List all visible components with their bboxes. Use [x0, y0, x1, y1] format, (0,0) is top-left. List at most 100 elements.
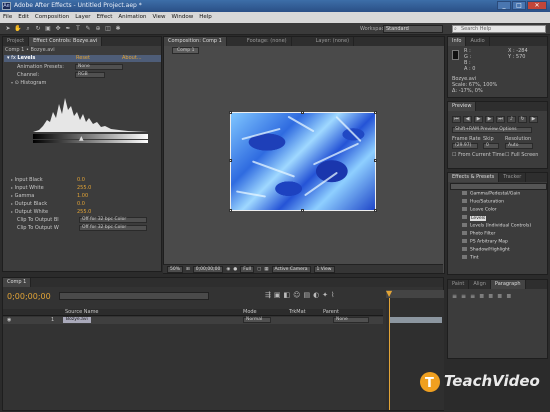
reset-link[interactable]: Reset — [76, 55, 90, 61]
zoom-select[interactable]: 50% — [167, 265, 184, 273]
motion-blur-icon[interactable]: ◐ — [313, 291, 319, 299]
layer-handle[interactable] — [374, 159, 377, 162]
timeline-search-input[interactable] — [59, 292, 209, 300]
frame-rate-select[interactable]: (29.97) — [452, 143, 478, 149]
output-white-value[interactable]: 255.0 — [77, 209, 91, 215]
layer-name[interactable]: Bozye.avi — [63, 317, 91, 323]
tab-effects-presets[interactable]: Effects & Presets — [448, 173, 500, 182]
menu-effect[interactable]: Effect — [97, 12, 113, 23]
effect-item[interactable]: PS Arbitrary Map — [462, 239, 508, 246]
menu-file[interactable]: File — [3, 12, 12, 23]
tab-info[interactable]: Info — [448, 37, 467, 46]
tab-layer[interactable]: Layer: (none) — [312, 37, 355, 46]
text-tool-icon[interactable]: T — [74, 25, 82, 33]
menu-view[interactable]: View — [152, 12, 165, 23]
tab-align[interactable]: Align — [469, 280, 491, 289]
workspace-select[interactable]: Standard — [383, 25, 443, 33]
shy-layers-icon[interactable]: ☺ — [293, 291, 300, 299]
tab-paragraph[interactable]: Paragraph — [490, 280, 526, 289]
effect-item[interactable]: Leave Color — [462, 207, 497, 214]
disclosure-triangle-icon[interactable]: ▸ — [11, 201, 13, 206]
next-frame-button[interactable]: ▶ — [485, 116, 494, 123]
skip-input[interactable]: 0 — [483, 143, 499, 149]
clone-stamp-tool-icon[interactable]: ⊕ — [94, 25, 102, 33]
region-of-interest-icon[interactable]: ▢ — [257, 267, 261, 272]
grid-toggle-icon[interactable]: ⊞ — [186, 267, 190, 272]
layer-handle[interactable] — [374, 209, 377, 212]
tab-preview[interactable]: Preview — [448, 102, 477, 111]
menu-window[interactable]: Window — [172, 12, 194, 23]
current-time-indicator-icon[interactable]: ▼ — [386, 289, 392, 298]
levels-effect-row[interactable]: ▾ fx Levels Reset About... — [4, 55, 161, 62]
effect-item[interactable]: Gamma/Pedestal/Gain — [462, 191, 520, 198]
justify-center-icon[interactable]: ≣ — [488, 293, 493, 300]
menu-animation[interactable]: Animation — [118, 12, 146, 23]
ram-preview-button[interactable]: ▶ — [529, 116, 538, 123]
disclosure-triangle-icon[interactable]: ▸ — [11, 193, 13, 198]
comp-navigator-tab[interactable]: Comp 1 — [172, 47, 200, 54]
effect-item[interactable]: Photo Filter — [462, 231, 495, 238]
tab-project[interactable]: Project — [3, 37, 30, 46]
layer-handle[interactable] — [229, 209, 232, 212]
timeline-timecode[interactable]: 0;00;00;00 — [7, 292, 51, 301]
tab-tracker[interactable]: Tracker — [499, 173, 527, 182]
resolution-select[interactable]: Auto — [505, 143, 533, 149]
clip-output-black-select[interactable]: Off for 32 bpc Color — [79, 217, 147, 223]
first-frame-button[interactable]: ⏮ — [452, 116, 461, 123]
menu-composition[interactable]: Composition — [35, 12, 69, 23]
audio-toggle-button[interactable]: ♪ — [507, 116, 516, 123]
channel-select[interactable]: RGB — [75, 72, 105, 78]
gamma-slider-handle-icon[interactable]: ▲ — [79, 135, 84, 142]
align-center-icon[interactable]: ≡ — [461, 293, 466, 300]
composition-footage-image[interactable] — [229, 111, 377, 212]
effects-search-input[interactable] — [450, 183, 547, 190]
time-ruler[interactable] — [386, 290, 444, 298]
visibility-eye-icon[interactable]: ◉ — [7, 317, 11, 323]
histogram-graph[interactable] — [33, 92, 148, 140]
selection-tool-icon[interactable]: ➤ — [4, 25, 12, 33]
brainstorm-icon[interactable]: ✦ — [322, 291, 328, 299]
layer-handle[interactable] — [229, 159, 232, 162]
input-white-value[interactable]: 255.0 — [77, 185, 91, 191]
play-button[interactable]: ▶ — [474, 116, 483, 123]
about-link[interactable]: About... — [122, 55, 142, 61]
loop-button[interactable]: ↻ — [518, 116, 527, 123]
resolution-select[interactable]: Full — [240, 265, 254, 273]
layer-handle[interactable] — [229, 111, 232, 114]
frame-blending-icon[interactable]: ▤ — [303, 291, 310, 299]
tab-audio[interactable]: Audio — [466, 37, 490, 46]
rotate-tool-icon[interactable]: ↻ — [34, 25, 42, 33]
brush-tool-icon[interactable]: ✎ — [84, 25, 92, 33]
eraser-tool-icon[interactable]: ◫ — [104, 25, 112, 33]
output-black-value[interactable]: 0.0 — [77, 201, 85, 207]
parent-column[interactable]: Parent — [323, 309, 339, 315]
snapshot-icon[interactable]: ◉ — [226, 267, 230, 272]
composition-mini-flowchart-icon[interactable]: ⇶ — [265, 291, 271, 299]
color-channel-icon[interactable]: ● — [233, 267, 237, 272]
effect-item[interactable]: Tint — [462, 255, 478, 262]
pan-behind-tool-icon[interactable]: ✥ — [54, 25, 62, 33]
align-left-icon[interactable]: ≡ — [452, 293, 457, 300]
layer-parent-select[interactable]: None — [333, 317, 369, 323]
layer-duration-bar[interactable] — [390, 317, 442, 323]
view-layout-select[interactable]: 1 View — [313, 265, 335, 273]
justify-right-icon[interactable]: ≣ — [497, 293, 502, 300]
mode-column[interactable]: Mode — [243, 309, 257, 315]
effect-item[interactable]: Shadow/Highlight — [462, 247, 510, 254]
trkmat-column[interactable]: TrkMat — [289, 309, 306, 315]
last-frame-button[interactable]: ⏭ — [496, 116, 505, 123]
gamma-value[interactable]: 1.00 — [77, 193, 88, 199]
effect-item[interactable]: Levels (Individual Controls) — [462, 223, 531, 230]
input-black-value[interactable]: 0.0 — [77, 177, 85, 183]
draft-3d-icon[interactable]: ◧ — [284, 291, 291, 299]
timeline-layer-row[interactable]: ◉ 1 Bozye.avi Normal None — [3, 317, 383, 324]
active-camera-select[interactable]: Active Camera — [271, 265, 311, 273]
tab-paint[interactable]: Paint — [448, 280, 470, 289]
layer-handle[interactable] — [374, 111, 377, 114]
disclosure-triangle-icon[interactable]: ▸ — [11, 209, 13, 214]
maximize-button[interactable]: □ — [512, 1, 526, 10]
menu-help[interactable]: Help — [199, 12, 212, 23]
animation-presets-select[interactable]: None — [75, 64, 123, 70]
menu-edit[interactable]: Edit — [18, 12, 29, 23]
camera-tool-icon[interactable]: ▣ — [44, 25, 52, 33]
